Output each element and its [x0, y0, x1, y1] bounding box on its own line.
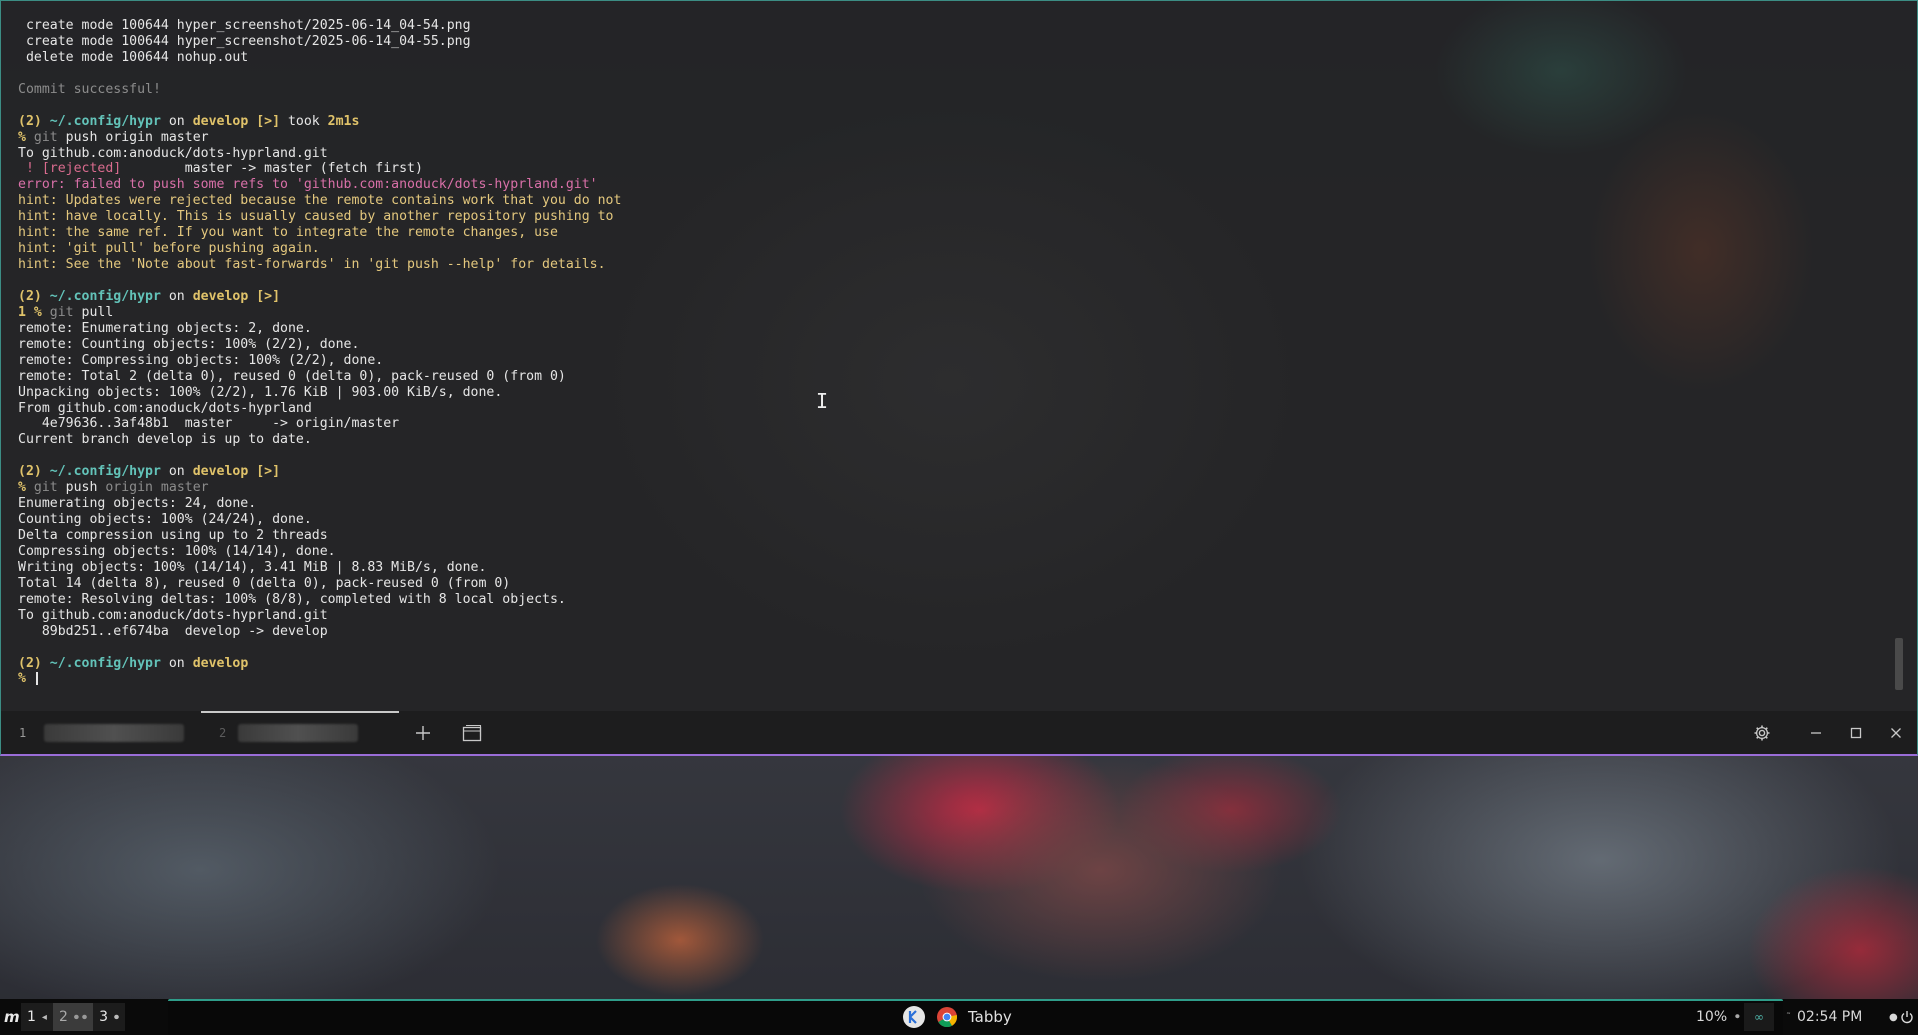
new-tab-button[interactable] — [411, 721, 435, 745]
workspace-switcher: 1 ◂ 2 ⏺ ⏺ 3 ⏺ — [21, 1003, 125, 1031]
chevron-icon: ˜ — [1786, 1011, 1791, 1023]
taskbar: m 1 ◂ 2 ⏺ ⏺ 3 ⏺ Tabby 10% ⏺ ∞ ˜ 02:54 PM… — [0, 999, 1918, 1035]
volume-indicator[interactable]: 10% ⏺ — [1696, 1003, 1740, 1031]
launcher-logo: m — [4, 1008, 20, 1026]
workspace-1[interactable]: 1 ◂ — [21, 1003, 53, 1031]
terminal-line: hint: have locally. This is usually caus… — [18, 209, 614, 225]
workspace-app-icon: ◂ — [41, 1011, 47, 1023]
workspace-number: 1 — [27, 1009, 36, 1025]
tab-bar: 1 2 — [1, 711, 1917, 754]
minimize-icon — [1811, 732, 1821, 734]
terminal-line: (2) ~/.config/hypr on develop — [18, 655, 249, 671]
terminal-line: error: failed to push some refs to 'gith… — [18, 177, 598, 193]
terminal-line: 89bd251..ef674ba develop -> develop — [18, 623, 328, 639]
profiles-button[interactable] — [460, 721, 484, 745]
terminal-line: (2) ~/.config/hypr on develop [>] took 2… — [18, 113, 360, 129]
gear-icon — [1754, 725, 1770, 741]
terminal-line: To github.com:anoduck/dots-hyprland.git — [18, 145, 328, 161]
taskbar-apps: Tabby — [902, 1003, 1012, 1031]
terminal-line: ! [rejected] master -> master (fetch fir… — [18, 161, 423, 177]
clock-widget[interactable]: ˜ 02:54 PM — [1786, 1003, 1862, 1031]
terminal-line: Current branch develop is up to date. — [18, 432, 312, 448]
terminal-line: Unpacking objects: 100% (2/2), 1.76 KiB … — [18, 384, 503, 400]
terminal-line: Enumerating objects: 24, done. — [18, 496, 257, 512]
workspace-app-icon: ⏺ — [113, 1011, 119, 1023]
tray-icon: ∞ — [1754, 1010, 1764, 1024]
terminal-line: Delta compression using up to 2 threads — [18, 528, 328, 543]
terminal-line: To github.com:anoduck/dots-hyprland.git — [18, 607, 328, 623]
terminal-window[interactable]: create mode 100644 hyper_screenshot/2025… — [0, 0, 1918, 756]
chrome-icon[interactable] — [936, 1006, 958, 1028]
power-icon — [1901, 1011, 1913, 1024]
terminal-line: hint: Updates were rejected because the … — [18, 193, 622, 209]
terminal-line: delete mode 100644 nohup.out — [18, 49, 249, 65]
terminal-line: create mode 100644 hyper_screenshot/2025… — [18, 33, 471, 49]
tab-index: 2 — [219, 725, 227, 740]
terminal-line: create mode 100644 hyper_screenshot/2025… — [18, 18, 471, 33]
lock-icon: ● — [1889, 1011, 1898, 1023]
terminal-scrollbar[interactable] — [1895, 638, 1903, 690]
window-icon — [462, 724, 482, 742]
plus-icon — [416, 726, 430, 740]
maximize-button[interactable] — [1844, 721, 1868, 745]
launcher-button[interactable]: m — [4, 1003, 20, 1031]
kde-icon[interactable] — [902, 1005, 926, 1029]
terminal-output[interactable]: create mode 100644 hyper_screenshot/2025… — [18, 18, 621, 687]
terminal-line: remote: Resolving deltas: 100% (8/8), co… — [18, 591, 566, 607]
terminal-line: remote: Enumerating objects: 2, done. — [18, 320, 312, 336]
close-icon — [1891, 728, 1901, 738]
terminal-line: remote: Compressing objects: 100% (2/2),… — [18, 352, 384, 368]
active-window-title[interactable]: Tabby — [968, 1008, 1012, 1026]
workspace-app-icon: ⏺ ⏺ — [73, 1011, 88, 1023]
close-button[interactable] — [1884, 721, 1908, 745]
tab-index: 1 — [19, 725, 27, 740]
terminal-line: hint: the same ref. If you want to integ… — [18, 225, 558, 241]
workspace-3[interactable]: 3 ⏺ — [93, 1003, 125, 1031]
workspace-2[interactable]: 2 ⏺ ⏺ — [52, 1003, 94, 1031]
terminal-line: % — [18, 671, 621, 687]
maximize-icon — [1850, 727, 1862, 739]
terminal-cursor — [35, 671, 38, 685]
terminal-line: (2) ~/.config/hypr on develop [>] — [18, 288, 281, 304]
terminal-line: Writing objects: 100% (14/14), 3.41 MiB … — [18, 559, 487, 575]
text-cursor-icon: I — [816, 389, 829, 413]
minimize-button[interactable] — [1804, 721, 1828, 745]
terminal-line: Commit successful! — [18, 81, 161, 97]
terminal-line: Total 14 (delta 8), reused 0 (delta 0), … — [18, 575, 511, 591]
tab-1[interactable]: 1 — [19, 711, 185, 754]
workspace-number: 2 — [58, 1009, 68, 1025]
terminal-line: 1 % git pull — [18, 304, 114, 320]
volume-icon: ⏺ — [1735, 1012, 1740, 1022]
terminal-line: remote: Counting objects: 100% (2/2), do… — [18, 336, 360, 352]
tray-button[interactable]: ∞ — [1744, 1003, 1774, 1031]
tab-title-blurred — [238, 723, 359, 742]
settings-button[interactable] — [1750, 721, 1774, 745]
terminal-line: remote: Total 2 (delta 0), reused 0 (del… — [18, 368, 566, 384]
tab-2[interactable]: 2 — [219, 711, 359, 754]
terminal-line: % git push origin master — [18, 129, 209, 145]
clock-time: 02:54 PM — [1797, 1009, 1863, 1025]
terminal-line: hint: See the 'Note about fast-forwards'… — [18, 257, 606, 273]
power-menu[interactable]: ● — [1889, 1003, 1914, 1031]
workspace-number: 3 — [99, 1009, 108, 1025]
terminal-line: Compressing objects: 100% (14/14), done. — [18, 543, 336, 559]
terminal-line: Counting objects: 100% (24/24), done. — [18, 512, 312, 528]
terminal-line: From github.com:anoduck/dots-hyprland — [18, 400, 312, 416]
tab-title-blurred — [44, 723, 185, 742]
terminal-line: 4e79636..3af48b1 master -> origin/master — [18, 416, 400, 432]
terminal-line: hint: 'git pull' before pushing again. — [18, 241, 320, 257]
terminal-line: (2) ~/.config/hypr on develop [>] — [18, 464, 281, 480]
terminal-line: % git push origin master — [18, 480, 209, 496]
volume-level: 10% — [1696, 1009, 1728, 1025]
